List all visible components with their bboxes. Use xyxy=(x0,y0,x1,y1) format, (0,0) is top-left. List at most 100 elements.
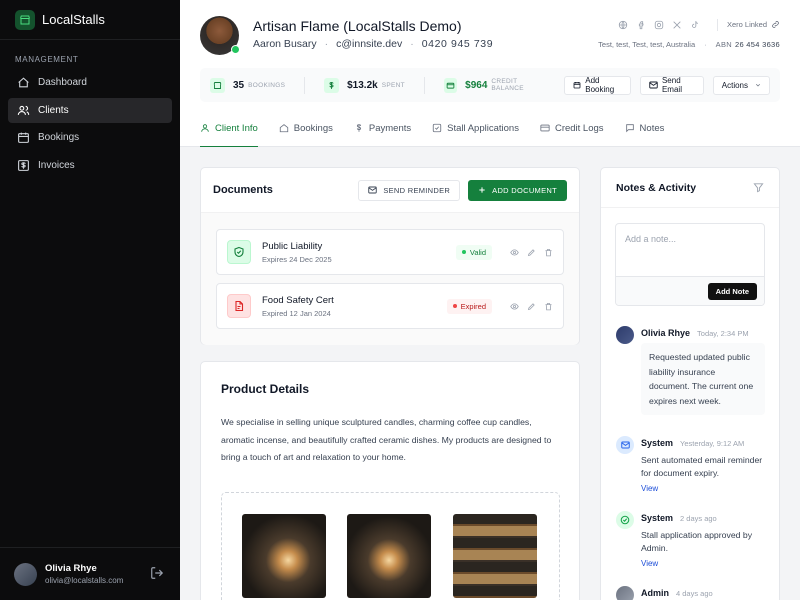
facebook-icon[interactable] xyxy=(636,20,646,30)
activity-time: Yesterday, 9:12 AM xyxy=(680,439,745,448)
pencil-icon[interactable] xyxy=(527,302,536,311)
stat-label: SPENT xyxy=(381,81,405,89)
status-badge: Valid xyxy=(455,244,492,260)
message-icon xyxy=(625,123,635,133)
tab-client-info[interactable]: Client Info xyxy=(200,118,258,147)
sidebar-item-label: Bookings xyxy=(38,132,80,143)
tiktok-icon[interactable] xyxy=(690,20,700,30)
page-title: Artisan Flame (LocalStalls Demo) xyxy=(253,18,462,34)
product-image[interactable] xyxy=(347,514,431,598)
product-image[interactable] xyxy=(242,514,326,598)
contact-name: Aaron Busary xyxy=(253,38,317,50)
sidebar-item-label: Invoices xyxy=(38,159,75,171)
tab-label: Client Info xyxy=(215,123,258,134)
list-item[interactable]: Public Liability Expires 24 Dec 2025 Val… xyxy=(216,229,564,275)
user-icon xyxy=(200,123,210,133)
tab-credit-logs[interactable]: Credit Logs xyxy=(540,118,604,147)
x-icon[interactable] xyxy=(672,20,682,30)
dollar-icon xyxy=(15,157,31,173)
sidebar-item-label: Clients xyxy=(38,104,69,116)
dashboard-icon xyxy=(15,75,31,91)
user-email: olivia@localstalls.com xyxy=(45,576,124,585)
plus-icon xyxy=(478,186,486,194)
contact-email[interactable]: c@innsite.dev xyxy=(336,38,402,50)
chevron-down-icon xyxy=(755,82,761,88)
check-circle-icon xyxy=(616,511,634,529)
client-avatar xyxy=(200,16,240,55)
button-label: Add Booking xyxy=(585,76,615,94)
tab-bookings[interactable]: Bookings xyxy=(279,118,333,147)
xero-status[interactable]: Xero Linked xyxy=(727,20,780,29)
product-gallery[interactable] xyxy=(221,492,560,600)
globe-icon[interactable] xyxy=(618,20,628,30)
client-header: Artisan Flame (LocalStalls Demo) Aaron B… xyxy=(180,0,800,147)
client-meta: Aaron Busary · c@innsite.dev · 0420 945 … xyxy=(253,38,494,50)
divider xyxy=(423,76,425,94)
actions-dropdown[interactable]: Actions xyxy=(712,75,770,95)
button-label: SEND REMINDER xyxy=(383,185,451,195)
activity-text: Stall application approved by Admin. xyxy=(641,530,753,553)
stat-credit: $964 CREDIT BALANCE xyxy=(443,77,545,93)
document-name: Public Liability xyxy=(262,240,323,252)
section-title: Documents xyxy=(213,184,273,196)
product-details-card: Product Details We specialise in selling… xyxy=(200,361,580,600)
checkbox-icon xyxy=(432,123,442,133)
sidebar-user: Olivia Rhye olivia@localstalls.com xyxy=(0,547,180,600)
avatar[interactable] xyxy=(14,562,37,586)
tab-payments[interactable]: Payments xyxy=(354,118,411,147)
document-name: Food Safety Cert xyxy=(262,294,334,306)
pencil-icon[interactable] xyxy=(527,248,536,257)
add-document-button[interactable]: ADD DOCUMENT xyxy=(468,179,567,201)
sidebar-item-clients[interactable]: Clients xyxy=(8,97,172,123)
stat-label: CREDIT BALANCE xyxy=(491,78,524,92)
view-link[interactable]: View xyxy=(641,559,658,568)
filter-icon[interactable] xyxy=(753,182,764,193)
abn-label: ABN xyxy=(715,40,732,49)
contact-phone[interactable]: 0420 945 739 xyxy=(422,38,493,50)
calendar-icon xyxy=(15,130,31,146)
add-booking-button[interactable]: Add Booking xyxy=(564,75,631,95)
stat-spent: $13.2k SPENT xyxy=(324,77,405,93)
card-icon xyxy=(540,123,550,133)
store-icon xyxy=(210,77,225,93)
link-icon xyxy=(771,20,780,29)
divider xyxy=(304,76,306,94)
note-input[interactable]: Add a note... xyxy=(625,234,676,244)
send-reminder-button[interactable]: SEND REMINDER xyxy=(358,179,461,201)
sidebar-item-dashboard[interactable]: Dashboard xyxy=(8,70,172,95)
trash-icon[interactable] xyxy=(544,302,553,311)
abn-value: 26 454 3636 xyxy=(734,40,780,49)
button-label: Send Email xyxy=(661,76,682,94)
trash-icon[interactable] xyxy=(544,248,553,257)
button-label: Actions xyxy=(721,80,748,90)
document-expiry: Expires 24 Dec 2025 xyxy=(262,254,332,264)
tab-stall-applications[interactable]: Stall Applications xyxy=(432,118,519,147)
mail-icon xyxy=(368,186,378,194)
activity-time: Today, 2:34 PM xyxy=(697,329,749,338)
tab-label: Bookings xyxy=(293,123,333,134)
stat-bookings: 35 BOOKINGS xyxy=(210,77,285,93)
product-image[interactable] xyxy=(453,514,537,598)
sidebar-item-invoices[interactable]: Invoices xyxy=(8,153,172,178)
sidebar-item-bookings[interactable]: Bookings xyxy=(8,125,172,150)
activity-text: Sent automated email reminder for docume… xyxy=(641,455,763,478)
view-link[interactable]: View xyxy=(641,484,658,493)
documents-list: Public Liability Expires 24 Dec 2025 Val… xyxy=(201,213,579,345)
dollar-icon xyxy=(354,123,364,133)
activity-text: Requested updated public liability insur… xyxy=(641,343,765,415)
instagram-icon[interactable] xyxy=(654,20,664,30)
logout-icon[interactable] xyxy=(150,566,166,582)
eye-icon[interactable] xyxy=(510,248,519,257)
status-badge: Expired xyxy=(446,298,492,314)
tabs: Client Info Bookings Payments Stall Appl… xyxy=(200,118,685,147)
stat-value: 35 xyxy=(233,79,245,91)
add-note-button[interactable]: Add Note xyxy=(707,283,757,300)
sidebar: LocalStalls MANAGEMENT Dashboard Clients… xyxy=(0,0,180,600)
divider xyxy=(717,19,718,31)
send-email-button[interactable]: Send Email xyxy=(639,75,704,95)
eye-icon[interactable] xyxy=(510,302,519,311)
brand[interactable]: LocalStalls xyxy=(0,0,180,40)
tab-notes[interactable]: Notes xyxy=(625,118,664,147)
list-item[interactable]: Food Safety Cert Expired 12 Jan 2024 Exp… xyxy=(216,283,564,329)
notes-activity-panel: Notes & Activity Add a note... Add Note … xyxy=(600,167,780,600)
